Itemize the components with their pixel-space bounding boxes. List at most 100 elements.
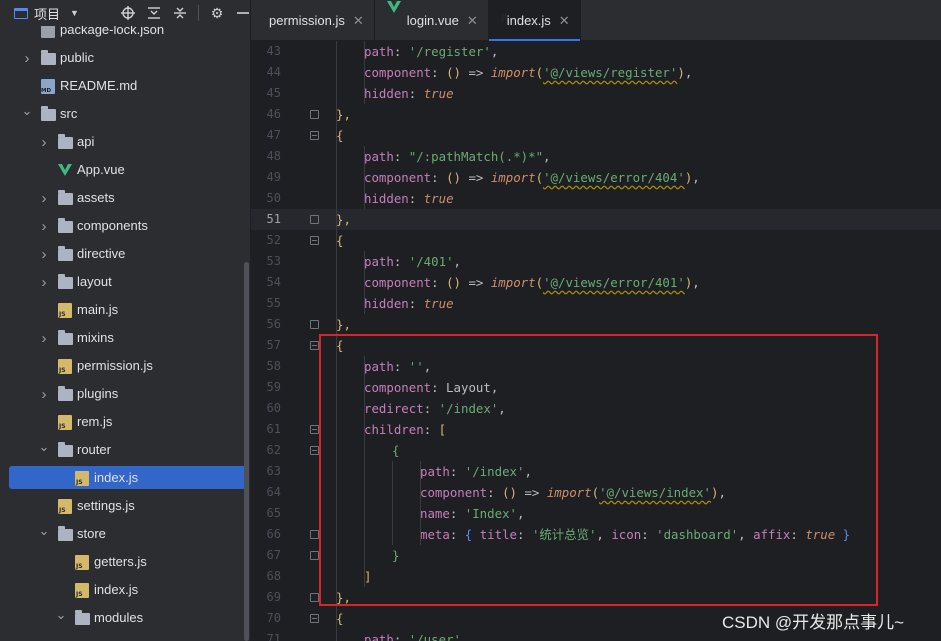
chevron-right-icon[interactable]: ›: [39, 240, 49, 268]
line-number: 67: [266, 548, 281, 562]
code-token: }: [842, 527, 851, 542]
code-token: :: [790, 527, 806, 542]
fold-close-icon[interactable]: [310, 593, 319, 602]
code-token: :: [393, 632, 409, 641]
code-token: ,: [516, 506, 525, 521]
close-icon[interactable]: ✕: [467, 13, 478, 29]
tree-item[interactable]: › api: [0, 128, 250, 156]
code-token: '@/views/register': [543, 65, 678, 80]
fold-open-icon[interactable]: [310, 425, 319, 434]
chevron-right-icon[interactable]: ›: [39, 324, 49, 352]
code-token: :: [641, 527, 657, 542]
fold-open-icon[interactable]: [310, 614, 319, 623]
code-token: (): [446, 170, 461, 185]
tree-item[interactable]: README.md: [0, 72, 250, 100]
line-number: 64: [266, 485, 281, 499]
tree-item[interactable]: › mixins: [0, 324, 250, 352]
close-icon[interactable]: ✕: [559, 13, 570, 29]
code-token: ,: [738, 527, 754, 542]
code-token: path: [420, 464, 450, 479]
tree-item[interactable]: settings.js: [0, 492, 250, 520]
expand-all-icon[interactable]: [146, 5, 162, 21]
js-file-icon: [75, 582, 89, 598]
code-token: (: [591, 485, 600, 500]
chevron-right-icon[interactable]: ›: [39, 212, 49, 240]
code-token: path: [364, 254, 394, 269]
tree-item-icon: [57, 526, 73, 542]
js-file-icon: [58, 414, 72, 430]
code-token: meta: [420, 527, 450, 542]
tree-item-label: public: [60, 50, 94, 65]
code-line: {: [336, 125, 343, 146]
tree-item[interactable]: › directive: [0, 240, 250, 268]
chevron-down-icon[interactable]: ⌄: [22, 97, 33, 125]
chevron-right-icon[interactable]: ›: [39, 128, 49, 156]
tree-item-icon: [40, 50, 56, 66]
chevron-down-icon[interactable]: ⌄: [56, 601, 67, 629]
fold-open-icon[interactable]: [310, 131, 319, 140]
tree-item[interactable]: › plugins: [0, 380, 250, 408]
code-token: },: [336, 590, 351, 605]
fold-close-icon[interactable]: [310, 320, 319, 329]
tree-item[interactable]: ⌄ src: [0, 100, 250, 128]
tree-item-icon: [57, 330, 73, 346]
gear-icon[interactable]: ⚙: [209, 5, 225, 21]
js-file-icon: [75, 554, 89, 570]
chevron-down-icon[interactable]: ⌄: [39, 433, 50, 461]
code-token: name: [420, 506, 450, 521]
tree-item[interactable]: permission.js: [0, 352, 250, 380]
tree-item[interactable]: getters.js: [0, 548, 250, 576]
tree-item[interactable]: › components: [0, 212, 250, 240]
indent-guide: [364, 41, 365, 104]
tree-item[interactable]: › layout: [0, 268, 250, 296]
editor-tab[interactable]: index.js ✕: [488, 0, 581, 41]
md-file-icon: [41, 78, 55, 94]
code-token: ,: [596, 527, 612, 542]
code-token: (: [535, 275, 544, 290]
fold-open-icon[interactable]: [310, 446, 319, 455]
code-area[interactable]: path: '/register', component: () => impor…: [321, 41, 941, 641]
code-token: =>: [460, 65, 491, 80]
tree-item[interactable]: ⌄ router: [0, 436, 250, 464]
tree-item[interactable]: › public: [0, 44, 250, 72]
code-token: =>: [516, 485, 547, 500]
chevron-down-icon[interactable]: ⌄: [39, 517, 50, 545]
tree-item-icon: [40, 78, 56, 94]
tree-item-label: src: [60, 106, 78, 121]
minimize-icon[interactable]: [235, 5, 250, 21]
editor-tab[interactable]: login.vue ✕: [375, 0, 489, 41]
fold-close-icon[interactable]: [310, 215, 319, 224]
code-line: path: '/401',: [364, 251, 461, 272]
fold-close-icon[interactable]: [310, 110, 319, 119]
fold-close-icon[interactable]: [310, 530, 319, 539]
chevron-right-icon[interactable]: ›: [39, 380, 49, 408]
editor-tab[interactable]: permission.js ✕: [251, 0, 375, 41]
project-view-selector[interactable]: 项目 ▼: [14, 4, 79, 23]
tree-item[interactable]: index.js: [0, 464, 250, 492]
tree-item[interactable]: App.vue: [0, 156, 250, 184]
line-number: 48: [266, 149, 281, 163]
tree-item[interactable]: › assets: [0, 184, 250, 212]
code-line: path: "/:pathMatch(.*)*",: [364, 146, 551, 167]
fold-close-icon[interactable]: [310, 551, 319, 560]
locate-file-icon[interactable]: [120, 5, 136, 21]
code-token: :: [408, 296, 424, 311]
code-line: },: [336, 587, 351, 608]
close-icon[interactable]: ✕: [353, 13, 364, 29]
tree-item[interactable]: main.js: [0, 296, 250, 324]
tree-item[interactable]: index.js: [0, 576, 250, 604]
sidebar-scrollbar[interactable]: [244, 262, 249, 641]
chevron-right-icon[interactable]: ›: [39, 268, 49, 296]
tree-item[interactable]: rem.js: [0, 408, 250, 436]
tree-item[interactable]: ⌄ modules: [0, 604, 250, 632]
code-line: ]: [364, 566, 371, 587]
chevron-right-icon[interactable]: ›: [39, 184, 49, 212]
fold-open-icon[interactable]: [310, 341, 319, 350]
tree-item-icon: [57, 162, 73, 178]
fold-open-icon[interactable]: [310, 236, 319, 245]
tree-item[interactable]: ⌄ store: [0, 520, 250, 548]
code-token: },: [336, 212, 351, 227]
code-token: '/index': [464, 464, 525, 479]
collapse-all-icon[interactable]: [172, 5, 188, 21]
chevron-right-icon[interactable]: ›: [22, 44, 32, 72]
